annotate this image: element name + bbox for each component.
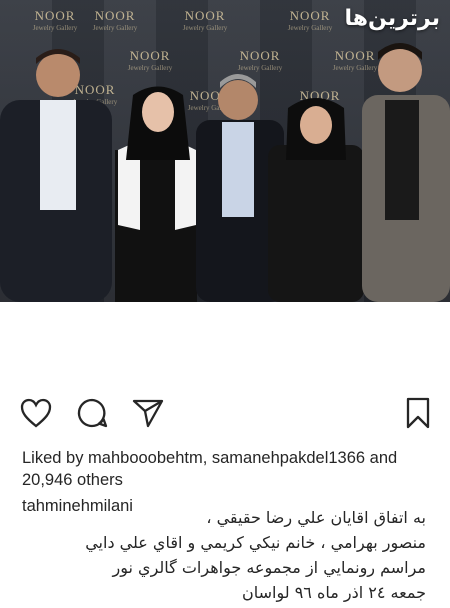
caption-line: منصور بهرامي ، خانم نيكي كريمي و اقاي عل…: [85, 533, 426, 552]
comment-icon[interactable]: [74, 395, 110, 431]
blank-area: [0, 302, 450, 394]
bookmark-icon[interactable]: [400, 395, 436, 431]
heart-icon[interactable]: [18, 395, 54, 431]
caption-text: به اتفاق اقايان علي رضا حقيقي ، منصور به…: [22, 505, 426, 605]
action-bar: [0, 395, 450, 431]
likes-summary[interactable]: Liked by mahbooobehtm, samanehpakdel1366…: [22, 447, 432, 491]
photo-people: [0, 43, 450, 302]
post-photo[interactable]: NOOR Jewelry Gallery NOOR Jewelry Gallery …: [0, 0, 450, 302]
caption-line: مراسم رونمايي از مجموعه جواهرات گالري نو…: [112, 558, 426, 577]
watermark-logo: برترین‌ها: [344, 6, 440, 31]
caption-line: به اتفاق اقايان علي رضا حقيقي ،: [206, 508, 426, 527]
caption-line: جمعه ٢٤ اذر ماه ٩٦ لواسان: [242, 583, 426, 602]
send-icon[interactable]: [130, 395, 166, 431]
